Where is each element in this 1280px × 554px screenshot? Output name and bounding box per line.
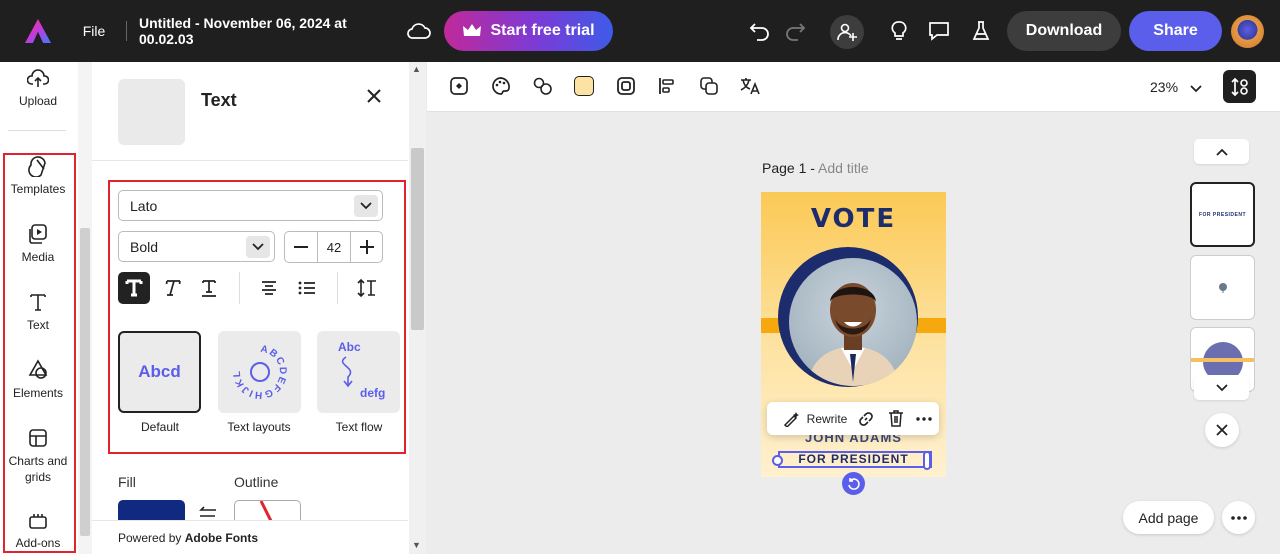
lightbulb-icon[interactable]	[886, 0, 912, 62]
rewrite-label: Rewrite	[806, 411, 848, 426]
poster-headline[interactable]: VOTE	[761, 204, 946, 234]
fill-color-button[interactable]	[572, 74, 596, 98]
thumbnails-scroll-up-button[interactable]	[1194, 139, 1249, 164]
add-page-button[interactable]: Add page	[1123, 501, 1214, 534]
candidate-photo[interactable]	[789, 258, 917, 386]
link-button[interactable]	[855, 402, 877, 435]
translate-icon	[740, 78, 760, 95]
close-icon	[1216, 424, 1228, 436]
outline-label: Outline	[234, 474, 279, 490]
page-thumbnail-1[interactable]: FOR PRESIDENT	[1190, 182, 1255, 247]
header-divider	[126, 21, 127, 41]
resize-sparkle-icon	[450, 77, 468, 95]
cloud-icon[interactable]	[405, 0, 433, 62]
chevron-down-icon	[1215, 383, 1228, 391]
align-button[interactable]	[655, 74, 679, 98]
start-free-trial-label: Start free trial	[490, 22, 595, 39]
invite-user-icon[interactable]	[830, 15, 864, 49]
add-title-placeholder[interactable]: Add title	[818, 160, 869, 176]
page-label[interactable]: Page 1 - Add title	[762, 160, 869, 176]
user-avatar[interactable]	[1231, 15, 1264, 48]
comment-icon[interactable]	[926, 0, 952, 62]
magic-resize-button[interactable]	[447, 74, 471, 98]
chevron-up-icon	[1215, 148, 1228, 156]
powered-prefix: Powered by	[118, 531, 185, 545]
resize-handle-left[interactable]	[772, 455, 783, 466]
panel-scrollbar-thumb[interactable]	[411, 148, 424, 330]
rail-item-label: Upload	[18, 94, 58, 108]
adobe-express-logo[interactable]	[18, 0, 58, 62]
panel-divider	[92, 160, 408, 161]
panel-title: Text	[201, 90, 237, 110]
rail-item-upload[interactable]: Upload	[0, 69, 76, 109]
page-more-button[interactable]	[1222, 501, 1255, 534]
page-thumbnail-2[interactable]	[1190, 255, 1255, 320]
crown-icon	[463, 24, 482, 36]
align-left-icon	[659, 78, 674, 94]
animation-icon	[533, 77, 552, 95]
resize-handle-right[interactable]	[923, 451, 931, 470]
start-free-trial-button[interactable]: Start free trial	[444, 11, 613, 51]
file-menu[interactable]: File	[80, 0, 108, 62]
page-controls-button[interactable]	[1223, 70, 1256, 103]
layers-icon	[700, 77, 718, 95]
animate-button[interactable]	[531, 74, 555, 98]
highlight-box-rail	[3, 153, 76, 553]
rail-scrollbar-thumb[interactable]	[80, 228, 90, 536]
more-options-button[interactable]	[913, 402, 935, 435]
rail-divider	[8, 130, 66, 131]
powered-brand: Adobe Fonts	[184, 531, 259, 545]
close-panel-button[interactable]	[362, 84, 386, 108]
link-icon	[859, 411, 873, 426]
rewrite-button[interactable]: Rewrite	[775, 402, 855, 435]
rotate-icon	[847, 477, 860, 490]
scroll-up-arrow-icon[interactable]: ▲	[412, 64, 421, 74]
more-icon	[1230, 515, 1247, 520]
highlight-box-panel	[108, 180, 406, 454]
undo-icon[interactable]	[746, 0, 774, 62]
upload-icon	[27, 69, 49, 87]
palette-icon	[492, 77, 510, 95]
layers-button[interactable]	[697, 74, 721, 98]
fill-label: Fill	[118, 474, 136, 490]
magic-rewrite-icon	[783, 411, 799, 427]
fill-color-chip	[574, 76, 594, 96]
rotate-handle[interactable]	[842, 472, 865, 495]
scroll-down-arrow-icon[interactable]: ▼	[412, 540, 421, 550]
translate-button[interactable]	[738, 74, 762, 98]
page-number-label: Page 1 -	[762, 160, 819, 176]
zoom-level[interactable]: 23%	[1150, 79, 1178, 95]
color-palette-button[interactable]	[489, 74, 513, 98]
thumbnails-scroll-down-button[interactable]	[1194, 375, 1249, 400]
border-button[interactable]	[614, 74, 638, 98]
close-thumbnails-button[interactable]	[1205, 413, 1239, 447]
thumbnail-graphic	[1219, 283, 1227, 293]
labs-flask-icon[interactable]	[968, 0, 994, 62]
trash-icon	[889, 410, 903, 427]
zoom-chevron-down-icon[interactable]	[1190, 80, 1202, 98]
redo-icon[interactable]	[781, 0, 809, 62]
text-preview-thumbnail	[118, 79, 185, 145]
delete-button[interactable]	[885, 402, 907, 435]
share-button[interactable]: Share	[1129, 11, 1222, 51]
page-sort-icon	[1230, 77, 1248, 96]
document-title[interactable]: Untitled - November 06, 2024 at 00.02.03	[139, 0, 393, 62]
thumbnail-text: FOR PRESIDENT	[1198, 212, 1247, 218]
poster-tagline[interactable]: FOR PRESIDENT	[761, 452, 946, 466]
more-icon	[916, 416, 932, 421]
download-button[interactable]: Download	[1007, 11, 1121, 51]
close-icon	[367, 89, 381, 103]
powered-by-text: Powered by Adobe Fonts	[118, 531, 258, 545]
border-icon	[617, 77, 635, 95]
context-toolbar: Rewrite	[767, 402, 939, 435]
